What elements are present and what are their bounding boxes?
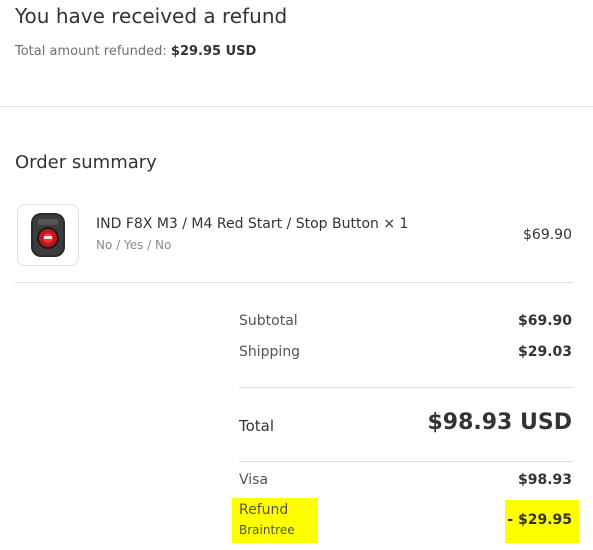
page-title: You have received a refund [15,4,288,28]
red-start-stop-button-icon [31,213,65,257]
product-name: IND F8X M3 / M4 Red Start / Stop Button … [96,216,409,232]
payment-method-label: Visa [239,472,269,488]
total-value: $98.93 USD [427,410,572,435]
subtotal-value: $69.90 [517,313,572,329]
item-divider [15,282,573,283]
shipping-value: $29.03 [517,344,572,360]
total-refunded-label: Total amount refunded: [15,44,167,59]
product-price: $69.90 [523,227,572,243]
refund-notification-page: You have received a refund Total amount … [0,0,593,550]
payment-divider [239,461,573,462]
refund-amount: - $29.95 [507,512,572,528]
order-summary-title: Order summary [15,152,157,173]
shipping-label: Shipping [239,344,301,360]
product-variant: No / Yes / No [96,238,172,252]
subtotal-label: Subtotal [239,313,298,329]
section-divider [0,106,593,107]
totals-divider [239,387,573,388]
total-refunded-value: $29.95 USD [170,44,257,59]
product-thumbnail[interactable] [17,204,79,266]
refund-label: Refund [239,502,289,518]
total-label: Total [239,417,275,435]
total-refunded: Total amount refunded: $29.95 USD [15,44,256,59]
payment-amount: $98.93 [517,472,572,488]
refund-gateway: Braintree [239,523,295,537]
